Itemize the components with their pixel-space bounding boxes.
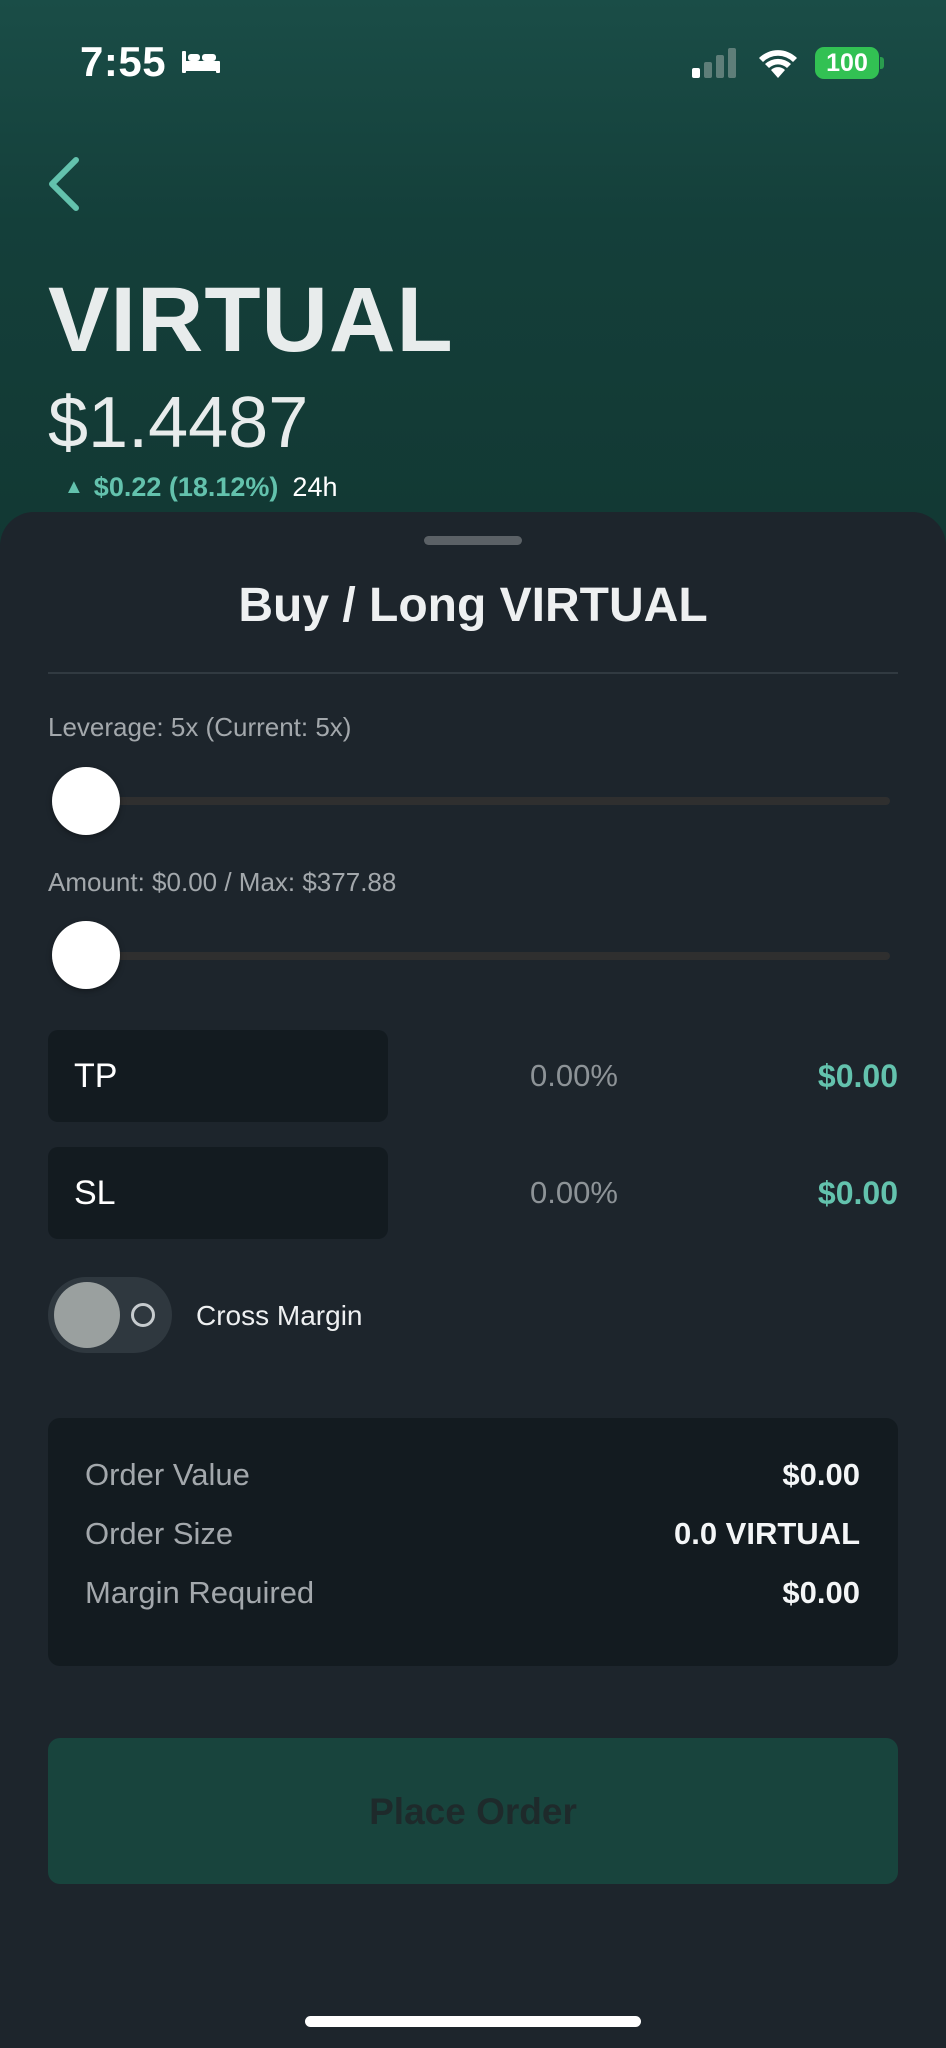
- title-divider: [48, 672, 898, 674]
- tp-amount: $0.00: [817, 1058, 898, 1094]
- price-change-period: 24h: [292, 472, 338, 502]
- asset-price: $1.4487: [48, 383, 309, 463]
- battery-cap: [880, 57, 884, 69]
- order-size-label: Order Size: [85, 1516, 234, 1551]
- price-change-value: $0.22 (18.12%): [93, 472, 279, 502]
- place-order-button[interactable]: Place Order: [48, 1738, 898, 1884]
- wifi-icon: [759, 50, 797, 78]
- amount-label: Amount: $0.00 / Max: $377.88: [48, 867, 397, 897]
- sl-percent: 0.00%: [530, 1175, 618, 1210]
- bed-icon: [182, 51, 220, 73]
- toggle-knob: [54, 1282, 120, 1348]
- cross-margin-toggle[interactable]: [48, 1277, 172, 1353]
- amount-slider-track[interactable]: [86, 952, 890, 960]
- sl-amount: $0.00: [817, 1175, 898, 1211]
- home-indicator[interactable]: [305, 2016, 641, 2027]
- sheet-drag-handle[interactable]: [424, 536, 522, 545]
- order-size: 0.0 VIRTUAL: [673, 1516, 860, 1551]
- sheet-title: Buy / Long VIRTUAL: [238, 579, 708, 632]
- price-change: ▲ $0.22 (18.12%) 24h: [64, 472, 337, 503]
- battery-icon: 100: [815, 47, 879, 79]
- margin-required-label: Margin Required: [85, 1575, 315, 1610]
- order-value-label: Order Value: [85, 1457, 250, 1492]
- amount-slider-thumb[interactable]: [52, 921, 120, 989]
- margin-required: $0.00: [782, 1575, 860, 1610]
- signal-icon: [692, 48, 736, 78]
- tp-input[interactable]: TP: [48, 1030, 388, 1122]
- leverage-label: Leverage: 5x (Current: 5x): [48, 712, 352, 742]
- triangle-up-icon: ▲: [64, 476, 84, 498]
- toggle-off-icon: [131, 1303, 155, 1327]
- status-time: 7:55: [80, 38, 167, 85]
- order-value: $0.00: [782, 1457, 860, 1492]
- tp-percent: 0.00%: [530, 1058, 618, 1093]
- leverage-slider-track[interactable]: [86, 797, 890, 805]
- cross-margin-label: Cross Margin: [196, 1300, 363, 1331]
- asset-ticker: VIRTUAL: [48, 269, 454, 371]
- back-chevron-icon[interactable]: [44, 156, 84, 212]
- leverage-slider-thumb[interactable]: [52, 767, 120, 835]
- sl-input[interactable]: SL: [48, 1147, 388, 1239]
